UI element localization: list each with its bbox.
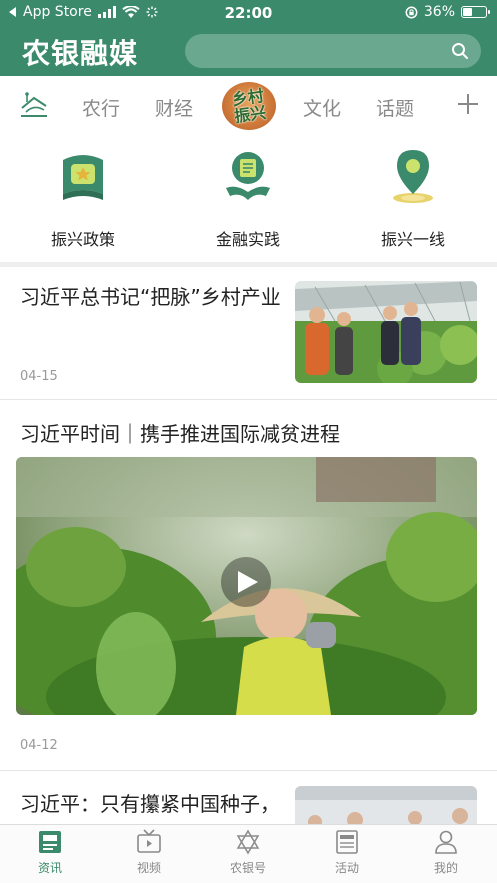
category-policy[interactable]: 振兴政策	[23, 146, 143, 250]
category-finance-practice[interactable]: 金融实践	[188, 146, 308, 250]
category-label: 振兴一线	[380, 230, 445, 249]
battery-level	[463, 8, 472, 16]
tab-rural-revival[interactable]: 乡村 振兴	[222, 82, 276, 130]
nav-label: 活动	[334, 861, 359, 875]
tab-abc[interactable]: 农行	[82, 94, 120, 121]
news-icon	[39, 831, 61, 853]
search-input[interactable]	[185, 34, 481, 68]
news-thumbnail	[295, 786, 477, 824]
app-title: 农银融媒	[22, 37, 139, 70]
news-item[interactable]: 习近平：只有攥紧中国种子，才能端稳中国饭碗	[0, 772, 497, 824]
battery-percent: 36%	[423, 4, 455, 20]
user-icon	[435, 830, 457, 854]
news-item[interactable]: 习近平时间｜携手推进国际减贫进程 04-12	[0, 401, 497, 771]
nav-label: 资讯	[37, 861, 62, 875]
battery-icon	[461, 6, 490, 18]
tab-finance[interactable]: 财经	[155, 94, 193, 121]
status-bar: App Store 22:00 36%	[0, 0, 497, 26]
news-title: 习近平时间｜携手推进国际减贫进程	[20, 422, 340, 446]
finance-practice-icon	[226, 152, 270, 200]
location-pin-icon	[393, 150, 433, 203]
news-title: 习近平：只有攥紧中国种子，才能端稳中国饭碗	[20, 792, 280, 816]
nav-label: 视频	[136, 861, 161, 875]
home-channel-icon[interactable]	[18, 90, 50, 120]
category-label: 金融实践	[215, 230, 280, 249]
category-label: 振兴政策	[50, 230, 115, 249]
nav-label: 我的	[433, 861, 458, 875]
category-shortcuts: 振兴政策 金融实践 振兴一线	[0, 146, 497, 258]
app-header: App Store 22:00 36% 农银融媒	[0, 0, 497, 76]
bottom-nav: 资讯 视频 农银号 活动 我的	[0, 824, 497, 883]
news-item[interactable]: 习近平总书记“把脉”乡村产业 04-15	[0, 267, 497, 400]
news-date: 04-15	[20, 369, 58, 384]
nav-profile[interactable]: 我的	[406, 829, 486, 876]
video-thumbnail[interactable]	[16, 457, 477, 715]
plus-icon[interactable]	[456, 92, 480, 116]
newspaper-icon	[336, 830, 358, 854]
category-frontline[interactable]: 振兴一线	[353, 146, 473, 250]
policy-book-icon	[63, 155, 103, 200]
nav-abc-account[interactable]: 农银号	[208, 829, 288, 876]
news-title: 习近平总书记“把脉”乡村产业	[20, 285, 281, 309]
channel-tabs: 农行 财经 乡村 振兴 文化 话题	[0, 76, 497, 136]
tab-culture[interactable]: 文化	[303, 94, 341, 121]
tab-topics[interactable]: 话题	[376, 94, 414, 121]
nav-label: 农银号	[229, 861, 266, 875]
tv-icon	[137, 829, 161, 853]
news-thumbnail	[295, 281, 477, 383]
play-icon[interactable]	[221, 557, 271, 607]
nav-video[interactable]: 视频	[109, 829, 189, 876]
rural-revival-badge-icon: 乡村 振兴	[230, 85, 268, 127]
nav-news[interactable]: 资讯	[10, 829, 90, 876]
news-date: 04-12	[20, 738, 58, 753]
nav-events[interactable]: 活动	[307, 829, 387, 876]
star-of-david-icon	[236, 829, 260, 855]
orientation-lock-icon	[405, 6, 418, 18]
search-icon[interactable]	[451, 42, 469, 60]
